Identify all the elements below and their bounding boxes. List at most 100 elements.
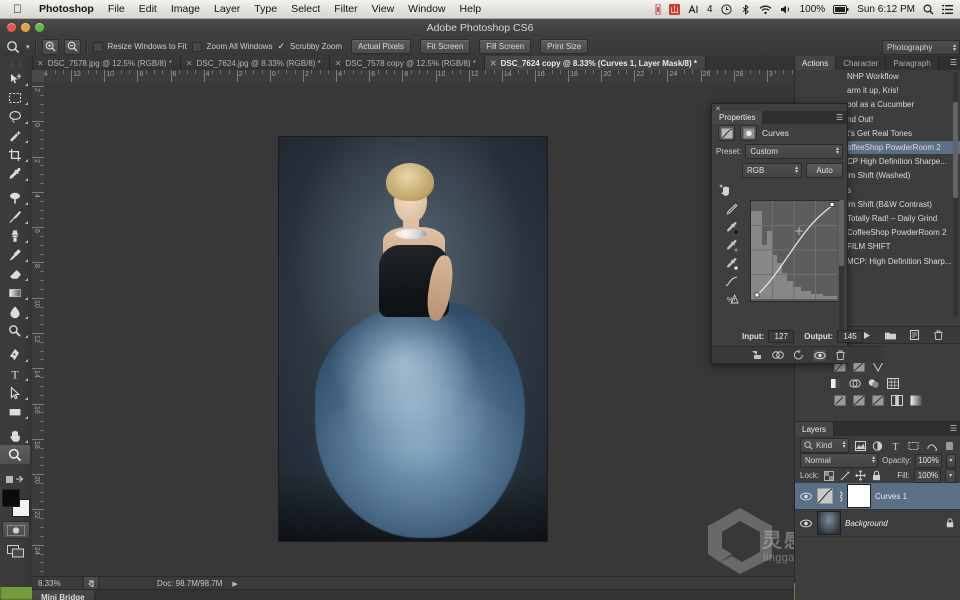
- canvas-area[interactable]: [44, 82, 794, 576]
- quick-selection-tool-icon[interactable]: [0, 126, 30, 145]
- pixel-filter-icon[interactable]: [854, 440, 867, 452]
- close-icon[interactable]: ✕: [37, 59, 44, 68]
- zoom-in-icon[interactable]: [41, 38, 59, 55]
- shape-filter-icon[interactable]: [907, 440, 920, 452]
- clone-stamp-tool-icon[interactable]: [0, 226, 30, 245]
- pen-tool-icon[interactable]: [0, 345, 30, 364]
- path-selection-tool-icon[interactable]: [0, 383, 30, 402]
- zoom-tool-icon[interactable]: [5, 40, 21, 54]
- menu-file[interactable]: File: [101, 3, 132, 15]
- lock-all-icon[interactable]: [870, 470, 882, 482]
- spot-healing-brush-tool-icon[interactable]: [0, 188, 30, 207]
- auto-button[interactable]: Auto: [806, 163, 843, 178]
- output-value[interactable]: 145: [837, 330, 864, 343]
- curves-graph[interactable]: [750, 200, 840, 302]
- move-tool-icon[interactable]: [0, 69, 30, 88]
- tab-actions[interactable]: Actions: [795, 56, 837, 70]
- layer-visibility-eye-icon[interactable]: [798, 519, 813, 528]
- type-filter-icon[interactable]: T: [889, 440, 902, 452]
- rectangle-tool-icon[interactable]: [0, 402, 30, 421]
- channel-mixer-icon[interactable]: [886, 377, 899, 389]
- status-menu-chevron-icon[interactable]: ▶: [232, 580, 237, 588]
- scrubby-zoom-checkmark-icon[interactable]: ✓: [277, 41, 285, 52]
- zoom-level-field[interactable]: 8.33%: [32, 579, 83, 588]
- menu-help[interactable]: Help: [453, 3, 489, 15]
- new-action-icon[interactable]: [908, 330, 921, 341]
- usb-icon[interactable]: [655, 3, 661, 15]
- eye-visibility-icon[interactable]: [813, 349, 826, 361]
- menu-layer[interactable]: Layer: [207, 3, 247, 15]
- timemachine-icon[interactable]: [721, 3, 732, 15]
- smart-object-filter-icon[interactable]: [925, 440, 938, 452]
- delete-adjustment-icon[interactable]: [834, 350, 847, 361]
- fill-value[interactable]: 100%: [913, 468, 942, 483]
- document-tab-0[interactable]: ✕ DSC_7578.jpg @ 12.5% (RGB/8) *: [32, 56, 181, 70]
- battery-icon[interactable]: [833, 4, 849, 14]
- tab-paragraph[interactable]: Paragraph: [886, 56, 939, 70]
- red-app-icon[interactable]: 山: [669, 3, 681, 15]
- layer-filter-kind-select[interactable]: Kind ▴ ▾: [800, 438, 849, 453]
- close-window-button[interactable]: [7, 23, 16, 32]
- screen-mode-icon[interactable]: [3, 543, 29, 559]
- layer-row-background[interactable]: Background: [795, 510, 960, 537]
- zoom-all-windows-checkbox[interactable]: [191, 41, 202, 52]
- input-value[interactable]: 127: [768, 330, 795, 343]
- action-list-item[interactable]: NHP Workflow: [795, 70, 960, 85]
- gray-point-eyedropper-icon[interactable]: [718, 236, 744, 254]
- opacity-value[interactable]: 100%: [915, 453, 942, 468]
- edit-toolbar-icon[interactable]: [0, 469, 30, 488]
- preset-select[interactable]: Custom ▴ ▾: [745, 144, 843, 159]
- close-icon[interactable]: ✕: [186, 59, 193, 68]
- threshold-icon[interactable]: [890, 394, 903, 406]
- layer-mask-thumbnail[interactable]: [847, 484, 871, 508]
- ruler-corner[interactable]: [32, 70, 44, 82]
- curves-adjustment-icon[interactable]: [718, 125, 735, 141]
- brush-tool-icon[interactable]: [0, 207, 30, 226]
- color-swatches[interactable]: [1, 488, 31, 518]
- lock-position-icon[interactable]: [855, 470, 867, 482]
- menu-photoshop[interactable]: Photoshop: [32, 3, 101, 15]
- layer-thumbnail[interactable]: [817, 511, 841, 535]
- color-balance-icon[interactable]: [848, 377, 861, 389]
- dodge-tool-icon[interactable]: [0, 321, 30, 340]
- bluetooth-icon[interactable]: [740, 4, 751, 15]
- mask-link-icon[interactable]: [837, 491, 843, 502]
- menu-select[interactable]: Select: [284, 3, 327, 15]
- on-image-adjustment-icon[interactable]: [719, 184, 734, 198]
- posterize-icon[interactable]: [871, 394, 884, 406]
- print-size-button[interactable]: Print Size: [540, 39, 589, 54]
- layer-name[interactable]: Background: [845, 519, 888, 528]
- black-white-icon[interactable]: [867, 377, 880, 389]
- lock-transparent-pixels-icon[interactable]: [823, 470, 835, 482]
- actions-scrollbar[interactable]: [953, 72, 958, 317]
- document-tab-1[interactable]: ✕ DSC_7624.jpg @ 8.33% (RGB/8) *: [180, 56, 330, 70]
- fill-screen-button[interactable]: Fill Screen: [479, 39, 532, 54]
- actual-pixels-button[interactable]: Actual Pixels: [351, 39, 411, 54]
- channel-select[interactable]: RGB ▴ ▾: [742, 163, 803, 178]
- crop-tool-icon[interactable]: [0, 145, 30, 164]
- properties-scrollbar[interactable]: [839, 200, 844, 330]
- blend-mode-select[interactable]: Normal ▴ ▾: [800, 453, 879, 468]
- close-icon[interactable]: ✕: [490, 59, 497, 68]
- panel-menu-icon[interactable]: ☰: [836, 114, 843, 122]
- layer-mask-icon[interactable]: [740, 125, 757, 141]
- menu-filter[interactable]: Filter: [327, 3, 364, 15]
- fill-stepper[interactable]: ▾: [945, 468, 956, 483]
- window-controls[interactable]: [7, 23, 44, 32]
- panel-menu-icon[interactable]: ☰: [950, 425, 957, 433]
- reset-icon[interactable]: [792, 350, 805, 361]
- gradient-tool-icon[interactable]: [0, 283, 30, 302]
- ian-icon[interactable]: [688, 4, 699, 15]
- type-tool-icon[interactable]: T: [0, 364, 30, 383]
- delete-trash-icon[interactable]: [932, 330, 945, 341]
- volume-icon[interactable]: [780, 4, 792, 15]
- eyedropper-tool-icon[interactable]: [0, 164, 30, 183]
- zoom-tool-icon-selected[interactable]: [0, 445, 30, 464]
- layer-row-curves-1[interactable]: Curves 1: [795, 483, 960, 510]
- curve-pencil-icon[interactable]: [718, 200, 744, 218]
- apple-icon[interactable]: : [0, 3, 32, 15]
- eraser-tool-icon[interactable]: [0, 264, 30, 283]
- fit-screen-button[interactable]: Fit Screen: [419, 39, 471, 54]
- action-list-item[interactable]: arm it up, Kris!: [795, 84, 960, 99]
- hand-tool-icon[interactable]: [0, 426, 30, 445]
